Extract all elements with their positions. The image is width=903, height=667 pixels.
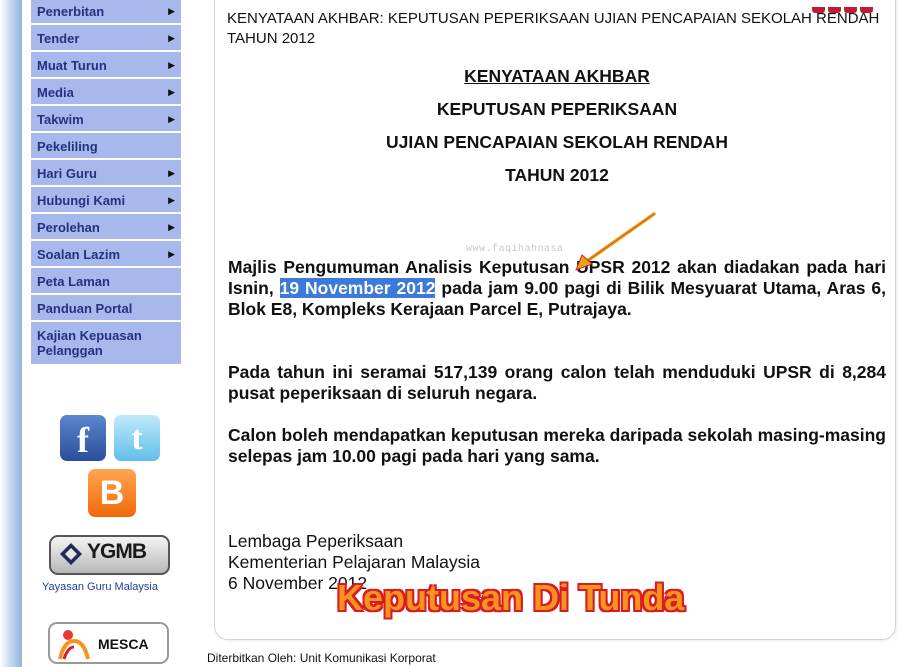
heading-line-1: KENYATAAN AKHBAR	[464, 66, 650, 86]
sidebar-item-tender[interactable]: Tender ▶	[31, 25, 181, 52]
ygmb-logo-text: YGMB	[87, 540, 147, 563]
pointer-arrow-icon	[575, 212, 656, 271]
arrow-right-icon: ▶	[168, 249, 175, 259]
footer-publisher: Diterbitkan Oleh: Unit Komunikasi Korpor…	[207, 651, 436, 665]
watermark-text: www.faqihahnasa	[466, 244, 564, 255]
arrow-right-icon: ▶	[168, 6, 175, 16]
ygmb-logo[interactable]: YGMB	[49, 535, 170, 575]
share-toolbar	[812, 0, 876, 13]
ygmb-caption-link[interactable]: Yayasan Guru Malaysia	[42, 581, 158, 593]
sidebar-item-label: Soalan Lazim	[37, 247, 121, 262]
mesca-mark-icon	[58, 630, 90, 660]
sidebar-item-soalan-lazim[interactable]: Soalan Lazim ▶	[31, 241, 181, 268]
blogger-icon[interactable]: B	[88, 469, 136, 517]
sidebar-item-label: Perolehan	[37, 220, 100, 235]
facebook-icon[interactable]: f	[60, 415, 106, 461]
paragraph-announcement: Majlis Pengumuman Analisis Keputusan UPS…	[228, 257, 886, 320]
heading-line-4: TAHUN 2012	[505, 165, 609, 185]
left-gradient-strip	[0, 0, 22, 667]
heading-line-2: KEPUTUSAN PEPERIKSAAN	[436, 99, 678, 119]
sidebar-item-label: Takwim	[37, 112, 84, 127]
sidebar-item-muat-turun[interactable]: Muat Turun ▶	[31, 52, 181, 79]
signature-line: Lembaga Peperiksaan	[228, 531, 404, 551]
sidebar-item-perolehan[interactable]: Perolehan ▶	[31, 214, 181, 241]
sidebar-menu: Penerbitan ▶ Tender ▶ Muat Turun ▶ Media…	[31, 0, 181, 366]
mesca-logo-text: MESCA	[98, 636, 149, 652]
sidebar-item-panduan-portal[interactable]: Panduan Portal	[31, 295, 181, 322]
arrow-right-icon: ▶	[168, 60, 175, 70]
press-release-heading: KENYATAAN AKHBAR	[228, 66, 886, 87]
sidebar-item-label: Panduan Portal	[37, 301, 133, 316]
sidebar-item-peta-laman[interactable]: Peta Laman	[31, 268, 181, 295]
overlay-caption: Keputusan Di Tunda	[337, 577, 685, 618]
sidebar-item-kajian-kepuasan[interactable]: Kajian Kepuasan Pelanggan	[31, 322, 181, 366]
sidebar-item-label: Muat Turun	[37, 58, 107, 73]
sidebar-item-label: Kajian Kepuasan Pelanggan	[37, 328, 142, 358]
arrow-right-icon: ▶	[168, 114, 175, 124]
sidebar-item-media[interactable]: Media ▶	[31, 79, 181, 106]
sidebar-item-pekeliling[interactable]: Pekeliling	[31, 133, 181, 160]
paragraph-results: Calon boleh mendapatkan keputusan mereka…	[228, 425, 886, 466]
paragraph-candidates: Pada tahun ini seramai 517,139 orang cal…	[228, 362, 886, 403]
arrow-right-icon: ▶	[168, 33, 175, 43]
sidebar-item-label: Hubungi Kami	[37, 193, 126, 208]
sidebar-item-takwim[interactable]: Takwim ▶	[31, 106, 181, 133]
sidebar-item-label: Pekeliling	[37, 139, 98, 154]
twitter-icon[interactable]: t	[114, 415, 160, 461]
sidebar-item-label: Penerbitan	[37, 4, 105, 19]
sidebar-item-hubungi-kami[interactable]: Hubungi Kami ▶	[31, 187, 181, 214]
arrow-right-icon: ▶	[168, 168, 175, 178]
sidebar-item-hari-guru[interactable]: Hari Guru ▶	[31, 160, 181, 187]
arrow-right-icon: ▶	[168, 195, 175, 205]
sidebar-item-label: Peta Laman	[37, 274, 110, 289]
ygmb-mark-icon	[60, 543, 82, 565]
sidebar-item-label: Media	[37, 85, 74, 100]
signature-line: Kementerian Pelajaran Malaysia	[228, 552, 480, 572]
arrow-right-icon: ▶	[168, 87, 175, 97]
article-title: KENYATAAN AKHBAR: KEPUTUSAN PEPERIKSAAN …	[227, 10, 880, 47]
highlighted-date: 19 November 2012	[279, 278, 436, 298]
sidebar-item-label: Tender	[37, 31, 80, 46]
heading-line-3: UJIAN PENCAPAIAN SEKOLAH RENDAH	[386, 132, 728, 152]
sidebar-item-penerbitan[interactable]: Penerbitan ▶	[31, 0, 181, 25]
arrow-right-icon: ▶	[168, 222, 175, 232]
sidebar-item-label: Hari Guru	[37, 166, 97, 181]
mesca-logo[interactable]: MESCA	[48, 622, 169, 664]
